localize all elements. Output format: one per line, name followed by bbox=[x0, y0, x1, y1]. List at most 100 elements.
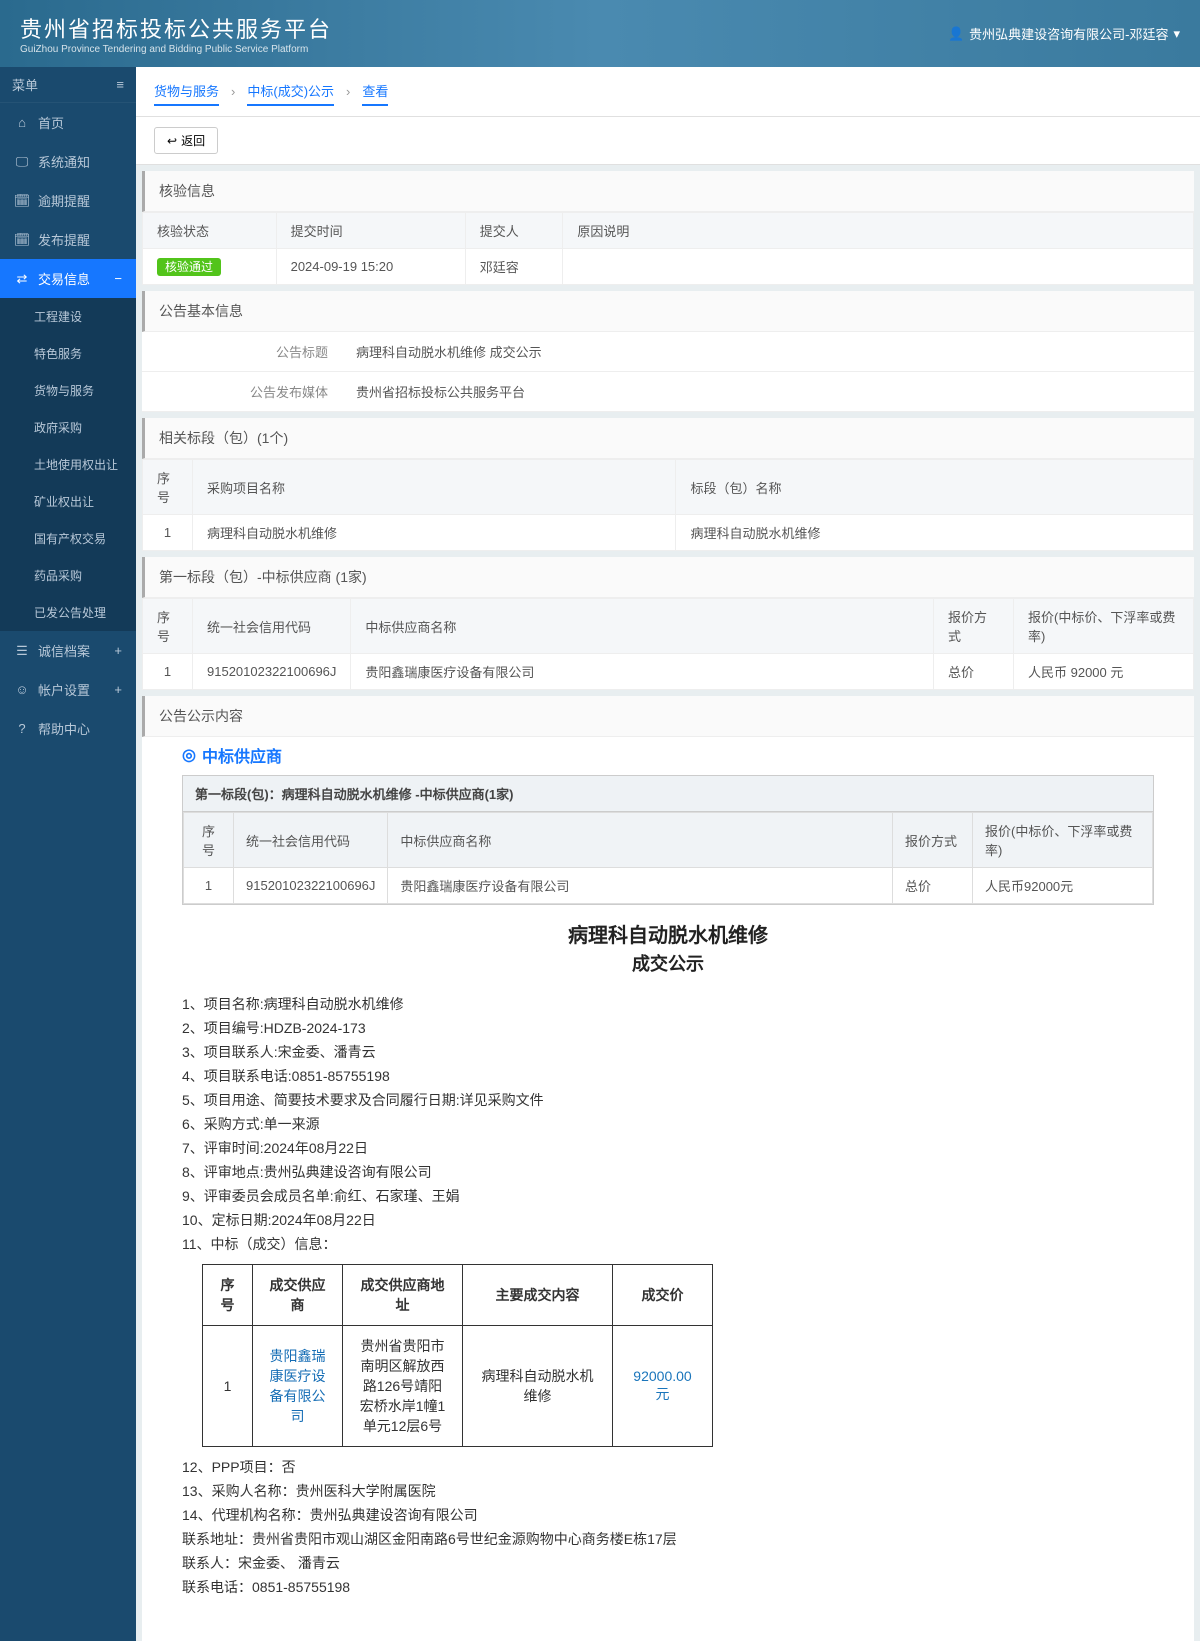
menu-label: 菜单 bbox=[12, 75, 38, 94]
back-label: 返回 bbox=[181, 132, 205, 149]
menu-collapse-icon[interactable]: ≡ bbox=[116, 77, 124, 92]
doc-line: 13、采购人名称：贵州医科大学附属医院 bbox=[182, 1481, 1154, 1501]
table-header: 序号 采购项目名称 标段（包）名称 bbox=[143, 460, 1194, 515]
sub-drug[interactable]: 药品采购 bbox=[0, 557, 136, 594]
sub-gov[interactable]: 政府采购 bbox=[0, 409, 136, 446]
th: 成交价 bbox=[613, 1265, 713, 1326]
panel-sections: 相关标段（包）(1个) 序号 采购项目名称 标段（包）名称 1 病理科自动脱水机… bbox=[142, 418, 1194, 551]
sidebar: 菜单 ≡ ⌂首页 🖵系统通知 🗓逾期提醒 🗓发布提醒 ⇄交易信息− 工程建设 特… bbox=[0, 67, 136, 1641]
sidebar-item-home[interactable]: ⌂首页 bbox=[0, 103, 136, 142]
doc-line: 联系电话：0851-85755198 bbox=[182, 1577, 1154, 1597]
th: 统一社会信用代码 bbox=[193, 599, 351, 654]
bc-goods[interactable]: 货物与服务 bbox=[154, 77, 219, 106]
th: 报价(中标价、下浮率或费率) bbox=[973, 813, 1153, 868]
sub-goods[interactable]: 货物与服务 bbox=[0, 372, 136, 409]
cell-reason bbox=[563, 249, 1194, 285]
sidebar-label: 土地使用权出让 bbox=[34, 456, 118, 473]
label-title: 公告标题 bbox=[142, 332, 342, 371]
sidebar-label: 发布提醒 bbox=[38, 230, 90, 249]
sidebar-label: 矿业权出让 bbox=[34, 493, 94, 510]
sidebar-item-trade[interactable]: ⇄交易信息− bbox=[0, 259, 136, 298]
sidebar-item-overdue[interactable]: 🗓逾期提醒 bbox=[0, 181, 136, 220]
doc-line: 9、评审委员会成员名单:俞红、石家瑾、王娟 bbox=[182, 1186, 1154, 1206]
panel-supplier: 第一标段（包）-中标供应商 (1家) 序号 统一社会信用代码 中标供应商名称 报… bbox=[142, 557, 1194, 690]
caret-down-icon: ▾ bbox=[1173, 26, 1180, 42]
sidebar-label: 工程建设 bbox=[34, 308, 82, 325]
bc-view[interactable]: 查看 bbox=[362, 77, 388, 106]
table-header: 序号 统一社会信用代码 中标供应商名称 报价方式 报价(中标价、下浮率或费率) bbox=[143, 599, 1194, 654]
panel-basic: 公告基本信息 公告标题 病理科自动脱水机维修 成交公示 公告发布媒体 贵州省招标… bbox=[142, 291, 1194, 412]
sub-eng[interactable]: 工程建设 bbox=[0, 298, 136, 335]
sub-mine[interactable]: 矿业权出让 bbox=[0, 483, 136, 520]
sub-special[interactable]: 特色服务 bbox=[0, 335, 136, 372]
cell-person: 邓廷容 bbox=[465, 249, 563, 285]
th-status: 核验状态 bbox=[143, 213, 277, 249]
th: 报价方式 bbox=[893, 813, 973, 868]
doc-line: 2、项目编号:HDZB-2024-173 bbox=[182, 1018, 1154, 1038]
award-table: 序号 成交供应商 成交供应商地址 主要成交内容 成交价 1 贵阳鑫瑞康医疗设备有… bbox=[202, 1264, 713, 1447]
monitor-icon: 🖵 bbox=[14, 154, 30, 170]
sidebar-label: 特色服务 bbox=[34, 345, 82, 362]
cell: 1 bbox=[143, 654, 193, 690]
cell-price: 92000.00元 bbox=[613, 1326, 713, 1447]
cell: 总价 bbox=[893, 868, 973, 904]
value-media: 贵州省招标投标公共服务平台 bbox=[342, 372, 1194, 411]
th: 标段（包）名称 bbox=[676, 460, 1194, 515]
verify-table: 核验状态 提交时间 提交人 原因说明 核验通过 2024-09-19 15:20… bbox=[142, 212, 1194, 285]
label-media: 公告发布媒体 bbox=[142, 372, 342, 411]
sidebar-label: 已发公告处理 bbox=[34, 604, 106, 621]
sidebar-item-help[interactable]: ?帮助中心 bbox=[0, 709, 136, 748]
breadcrumb: 货物与服务 › 中标(成交)公示 › 查看 bbox=[136, 67, 1200, 117]
sidebar-item-archive[interactable]: ☰诚信档案+ bbox=[0, 631, 136, 670]
panel-title: 相关标段（包）(1个) bbox=[142, 418, 1194, 459]
header-title: 贵州省招标投标公共服务平台 bbox=[20, 12, 332, 44]
plus-icon: + bbox=[114, 682, 122, 697]
th: 中标供应商名称 bbox=[351, 599, 934, 654]
sidebar-label: 帮助中心 bbox=[38, 719, 90, 738]
panel-announcement: 公告公示内容 ◎ 中标供应商 第一标段(包)：病理科自动脱水机维修 -中标供应商… bbox=[142, 696, 1194, 1641]
calendar-icon: 🗓 bbox=[14, 232, 30, 248]
cell: 贵阳鑫瑞康医疗设备有限公司 bbox=[388, 868, 893, 904]
cell: 1 bbox=[203, 1326, 253, 1447]
th: 主要成交内容 bbox=[463, 1265, 613, 1326]
back-button[interactable]: ↩返回 bbox=[154, 127, 218, 154]
bc-award[interactable]: 中标(成交)公示 bbox=[247, 77, 334, 106]
doc-line: 5、项目用途、简要技术要求及合同履行日期:详见采购文件 bbox=[182, 1090, 1154, 1110]
doc-line: 3、项目联系人:宋金委、潘青云 bbox=[182, 1042, 1154, 1062]
supplier-heading: ◎ 中标供应商 bbox=[182, 743, 1154, 767]
doc-line: 联系地址：贵州省贵阳市观山湖区金阳南路6号世纪金源购物中心商务楼E栋17层 bbox=[182, 1529, 1154, 1549]
user-menu[interactable]: 👤 贵州弘典建设咨询有限公司-邓廷容 ▾ bbox=[948, 24, 1180, 43]
th-time: 提交时间 bbox=[276, 213, 465, 249]
sidebar-label: 逾期提醒 bbox=[38, 191, 90, 210]
supplier-table: 序号 统一社会信用代码 中标供应商名称 报价方式 报价(中标价、下浮率或费率) … bbox=[142, 598, 1194, 690]
doc-title: 病理科自动脱水机维修 bbox=[182, 919, 1154, 948]
minus-icon: − bbox=[114, 271, 122, 286]
person-icon: ☺ bbox=[14, 682, 30, 698]
panel-title: 第一标段（包）-中标供应商 (1家) bbox=[142, 557, 1194, 598]
th-person: 提交人 bbox=[465, 213, 563, 249]
header-subtitle: GuiZhou Province Tendering and Bidding P… bbox=[20, 44, 332, 55]
cell: 人民币92000元 bbox=[973, 868, 1153, 904]
sidebar-label: 交易信息 bbox=[38, 269, 90, 288]
main-content: 货物与服务 › 中标(成交)公示 › 查看 ↩返回 核验信息 核验状态 提交时间… bbox=[136, 67, 1200, 1641]
th: 中标供应商名称 bbox=[388, 813, 893, 868]
sidebar-item-notice[interactable]: 🖵系统通知 bbox=[0, 142, 136, 181]
sub-property[interactable]: 国有产权交易 bbox=[0, 520, 136, 557]
sidebar-label: 政府采购 bbox=[34, 419, 82, 436]
target-icon: ◎ bbox=[182, 745, 196, 765]
chevron-right-icon: › bbox=[346, 84, 350, 99]
cell: 总价 bbox=[934, 654, 1014, 690]
sidebar-header: 菜单 ≡ bbox=[0, 67, 136, 103]
th: 序号 bbox=[203, 1265, 253, 1326]
doc-line: 14、代理机构名称：贵州弘典建设咨询有限公司 bbox=[182, 1505, 1154, 1525]
doc-line: 8、评审地点:贵州弘典建设咨询有限公司 bbox=[182, 1162, 1154, 1182]
cell: 贵州省贵阳市南明区解放西路126号靖阳宏桥水岸1幢1单元12层6号 bbox=[343, 1326, 463, 1447]
sub-land[interactable]: 土地使用权出让 bbox=[0, 446, 136, 483]
doc-subtitle: 成交公示 bbox=[182, 950, 1154, 976]
sidebar-item-account[interactable]: ☺帐户设置+ bbox=[0, 670, 136, 709]
cell: 人民币 92000 元 bbox=[1014, 654, 1194, 690]
sub-published[interactable]: 已发公告处理 bbox=[0, 594, 136, 631]
sidebar-item-publish[interactable]: 🗓 发布提醒 bbox=[0, 220, 136, 259]
supplier-caption: 第一标段(包)：病理科自动脱水机维修 -中标供应商(1家) bbox=[183, 776, 1153, 812]
cell-supplier-link[interactable]: 贵阳鑫瑞康医疗设备有限公司 bbox=[253, 1326, 343, 1447]
